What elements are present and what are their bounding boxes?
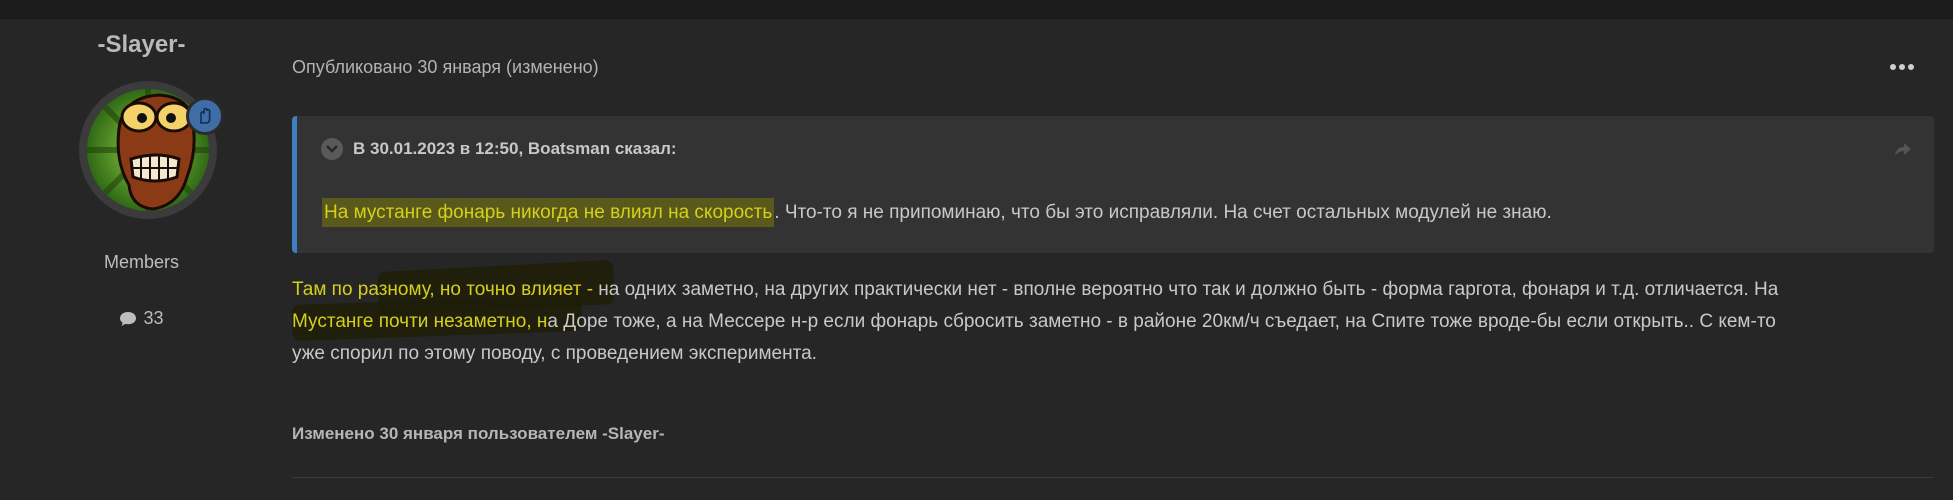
post-text: уже спорил по этому поводу, с проведение… [292, 343, 817, 364]
quote-rest: . Что-то я не припоминаю, что бы это исп… [774, 202, 1552, 223]
ellipsis-icon [1890, 64, 1896, 70]
post-count[interactable]: 33 [0, 308, 283, 329]
top-bar [0, 0, 1953, 19]
post-content: Там по разному, но точно влияет - на одн… [292, 274, 1932, 370]
hand-icon [200, 107, 211, 124]
author-name[interactable]: -Slayer- [0, 31, 283, 59]
post-highlight: Мустанге почти незаметно, н [292, 311, 548, 332]
post-text: на одних заметно, на других практически … [593, 279, 1779, 300]
post-menu-button[interactable] [1890, 56, 1916, 78]
chevron-down-icon[interactable] [321, 138, 343, 160]
quote-block: В 30.01.2023 в 12:50, Boatsman сказал: Н… [292, 116, 1934, 253]
quote-highlight: На мустанге фонарь никогда не влиял на с… [322, 198, 775, 227]
ellipsis-dot [1899, 64, 1905, 70]
post-text: а Доре тоже, а на Мессере н-р если фонар… [547, 311, 1776, 332]
post-count-value: 33 [143, 308, 164, 328]
edited-note: Изменено 30 января пользователем -Slayer… [292, 424, 665, 443]
quote-header: В 30.01.2023 в 12:50, Boatsman сказал: [321, 138, 677, 160]
post-meta[interactable]: Опубликовано 30 января (изменено) [292, 57, 599, 78]
post-line: Там по разному, но точно влияет - на одн… [292, 274, 1932, 306]
post-line: Мустанге почти незаметно, на Доре тоже, … [292, 306, 1932, 338]
post-line: уже спорил по этому поводу, с проведение… [292, 338, 1932, 370]
post-highlight: Там по разному, но точно влияет - [292, 279, 594, 300]
share-icon[interactable] [1892, 138, 1914, 160]
divider [292, 477, 1934, 478]
group-badge [186, 97, 224, 135]
member-group: Members [103, 252, 179, 272]
quote-citation[interactable]: В 30.01.2023 в 12:50, Boatsman сказал: [353, 139, 677, 159]
ellipsis-dot [1908, 64, 1914, 70]
comment-bubble-icon [120, 311, 137, 326]
quote-text: На мустанге фонарь никогда не влиял на с… [322, 198, 1552, 227]
